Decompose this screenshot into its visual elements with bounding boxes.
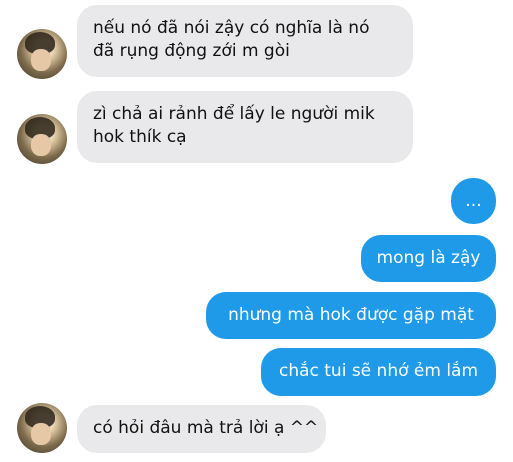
message-bubble-incoming[interactable]: nếu nó đã nói zậy có nghĩa là nó đã rụng… xyxy=(77,5,413,77)
message-text-line: mong là zậy xyxy=(376,248,481,268)
message-text-line: nhưng mà hok được gặp mặt xyxy=(228,305,474,325)
message-bubble-outgoing[interactable]: chắc tui sẽ nhớ ẻm lắm xyxy=(261,348,496,396)
message-bubble-outgoing[interactable]: mong là zậy xyxy=(361,235,496,282)
contact-avatar[interactable] xyxy=(17,403,67,453)
message-bubble-incoming[interactable]: zì chả ai rảnh để lấy le người mik hok t… xyxy=(77,91,413,163)
message-text-line: đã rụng động zới m gòi xyxy=(93,41,290,61)
message-text-line: hok thík cạ xyxy=(93,127,187,147)
message-text-line: chắc tui sẽ nhớ ẻm lắm xyxy=(278,361,479,381)
message-bubble-outgoing[interactable]: ... xyxy=(451,178,496,224)
contact-avatar[interactable] xyxy=(17,114,67,164)
message-text-line: zì chả ai rảnh để lấy le người mik xyxy=(93,104,375,124)
contact-avatar[interactable] xyxy=(17,29,67,79)
message-bubble-incoming[interactable]: có hỏi đâu mà trả lời ạ ^^ xyxy=(77,405,326,453)
message-bubble-outgoing[interactable]: nhưng mà hok được gặp mặt xyxy=(206,292,496,339)
message-text-line: ... xyxy=(465,191,482,211)
message-text-line: có hỏi đâu mà trả lời ạ ^^ xyxy=(93,418,319,438)
message-text-line: nếu nó đã nói zậy có nghĩa là nó xyxy=(93,18,370,38)
